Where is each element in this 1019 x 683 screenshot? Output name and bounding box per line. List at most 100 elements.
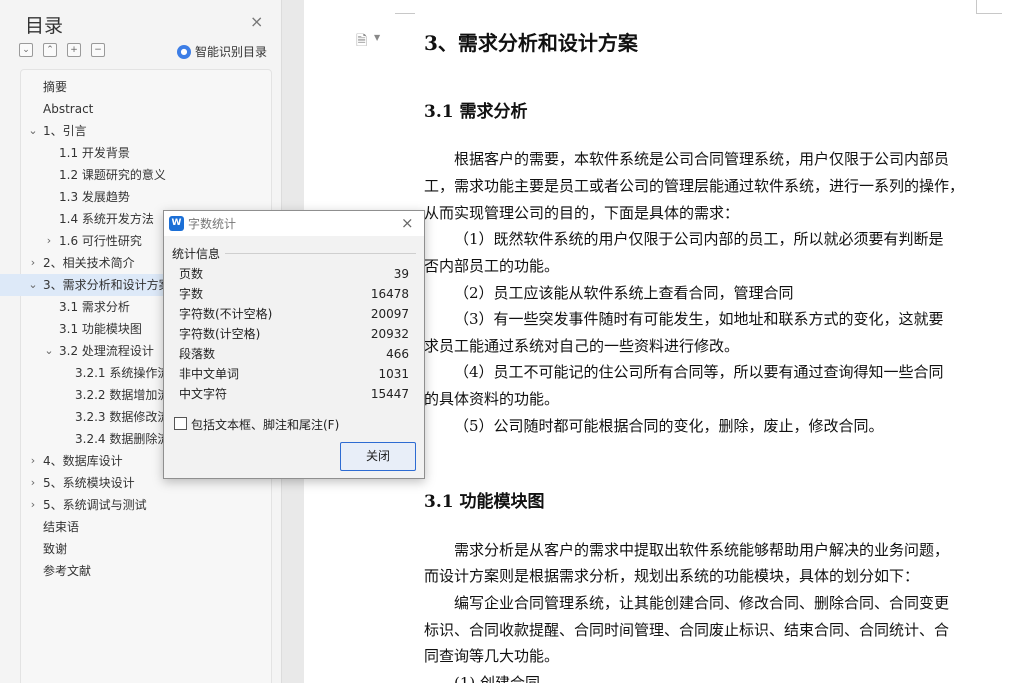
paragraph-line: 而设计方案则是根据需求分析，规划出系统的功能模块，具体的划分如下： — [424, 567, 920, 585]
toc-item-label: 3.1 需求分析 — [59, 300, 130, 314]
include-textbox-footnotes-checkbox[interactable] — [174, 417, 187, 430]
heading-3-1-requirements: 3.1 需求分析 — [424, 102, 528, 122]
toc-item-label: 致谢 — [43, 542, 68, 556]
stat-label: 字数 — [179, 287, 204, 301]
toc-item-label: 2、相关技术简介 — [43, 256, 135, 270]
wps-logo-icon: W — [169, 216, 184, 231]
stat-label: 段落数 — [179, 347, 216, 361]
toc-item-label: 参考文献 — [43, 564, 92, 578]
checkbox-label[interactable]: 包括文本框、脚注和尾注(F) — [191, 416, 339, 433]
expand-all-icon[interactable]: ⌃ — [43, 43, 57, 57]
chevron-right-icon[interactable]: › — [43, 230, 55, 252]
dialog-title: 字数统计 — [188, 217, 237, 231]
stat-row: 字符数(计空格) 20932 — [179, 324, 409, 344]
chevron-down-icon[interactable]: ⌄ — [27, 120, 39, 142]
stat-row: 字数 16478 — [179, 284, 409, 304]
stat-value: 20932 — [370, 327, 409, 341]
toc-item[interactable]: 1.3 发展趋势 — [22, 186, 272, 208]
toc-item-label: 1.3 发展趋势 — [59, 190, 130, 204]
heading-section-3: 3、需求分析和设计方案 — [424, 31, 638, 55]
remove-heading-icon[interactable]: − — [91, 43, 105, 57]
chevron-right-icon[interactable]: › — [27, 472, 39, 494]
smart-toc-icon: ● — [177, 44, 191, 59]
paragraph-line: （4）员工不可能记的住公司所有合同等，所以要有通过查询得知一些合同 — [454, 363, 944, 381]
chevron-right-icon[interactable]: › — [27, 450, 39, 472]
stat-value: 39 — [393, 267, 409, 281]
stat-label: 非中文单词 — [179, 367, 240, 381]
paragraph-line: 编写企业合同管理系统，让其能创建合同、修改合同、删除合同、合同变更 — [454, 594, 950, 612]
stat-row: 非中文单词 1031 — [179, 364, 409, 384]
paragraph-line: （5）公司随时都可能根据合同的变化，删除，废止，修改合同。 — [454, 417, 884, 435]
collapse-all-icon[interactable]: ⌄ — [19, 43, 33, 57]
close-button[interactable]: 关闭 — [340, 442, 416, 471]
page-corner-mark — [976, 0, 1002, 14]
dialog-titlebar[interactable]: W 字数统计 × — [164, 211, 424, 236]
toc-item[interactable]: 摘要 — [22, 76, 272, 98]
stat-value: 15447 — [370, 387, 409, 401]
toc-item-label: 1.2 课题研究的意义 — [59, 168, 166, 182]
stat-value: 20097 — [370, 307, 409, 321]
toc-item-label: Abstract — [43, 102, 94, 116]
toc-item-label: 1、引言 — [43, 124, 87, 138]
toc-item-label: 1.4 系统开发方法 — [59, 212, 154, 226]
toc-item-label: 摘要 — [43, 80, 68, 94]
toc-item-label: 4、数据库设计 — [43, 454, 123, 468]
document-icon[interactable]: 🗎 — [356, 30, 367, 54]
smart-toc-button[interactable]: ● 智能识别目录 — [177, 43, 267, 60]
toc-item[interactable]: ⌄ 1、引言 — [22, 120, 272, 142]
toc-item-label: 1.6 可行性研究 — [59, 234, 142, 248]
paragraph-line: 根据客户的需要，本软件系统是公司合同管理系统，用户仅限于公司内部员 — [454, 150, 950, 168]
paragraph-line: 同查询等几大功能。 — [424, 647, 560, 665]
toc-item[interactable]: 参考文献 — [22, 560, 272, 582]
toc-title: 目录 — [25, 15, 64, 37]
smart-toc-label: 智能识别目录 — [195, 45, 268, 59]
toc-item[interactable]: 1.1 开发背景 — [22, 142, 272, 164]
word-count-dialog: W 字数统计 × 统计信息 包括文本框、脚注和尾注(F) 关闭 页数 39 字数 16… — [163, 210, 425, 479]
paragraph-line: （3）有一些突发事件随时有可能发生，如地址和联系方式的变化，这就要 — [454, 310, 944, 328]
stat-label: 页数 — [179, 267, 204, 281]
heading-3-1-module-diagram: 3.1 功能模块图 — [424, 492, 545, 512]
toc-item[interactable]: 结束语 — [22, 516, 272, 538]
stat-label: 字符数(计空格) — [179, 327, 261, 341]
stat-value: 466 — [386, 347, 409, 361]
toc-item-label: 3、需求分析和设计方案 — [43, 278, 171, 292]
chevron-down-icon[interactable]: ▼ — [374, 33, 380, 42]
toc-item[interactable]: Abstract — [22, 98, 272, 120]
toc-item[interactable]: 1.2 课题研究的意义 — [22, 164, 272, 186]
paragraph-line: 标识、合同收款提醒、合同时间管理、合同废止标识、结束合同、合同统计、合 — [424, 621, 950, 639]
toc-item-label: 3.2 处理流程设计 — [59, 344, 154, 358]
toc-item[interactable]: 致谢 — [22, 538, 272, 560]
stat-label: 字符数(不计空格) — [179, 307, 273, 321]
chevron-down-icon[interactable]: ⌄ — [27, 274, 39, 296]
close-icon[interactable]: × — [250, 14, 263, 30]
stat-label: 中文字符 — [179, 387, 228, 401]
paragraph-line: （1）既然软件系统的用户仅限于公司内部的员工，所以就必须要有判断是 — [454, 230, 944, 248]
paragraph-line: 否内部员工的功能。 — [424, 257, 560, 275]
paragraph-line: 的具体资料的功能。 — [424, 390, 560, 408]
toc-item-label: 5、系统调试与测试 — [43, 498, 147, 512]
close-icon[interactable]: × — [401, 214, 414, 232]
toc-item[interactable]: › 5、系统调试与测试 — [22, 494, 272, 516]
stat-row: 中文字符 15447 — [179, 384, 409, 404]
chevron-down-icon[interactable]: ⌄ — [43, 340, 55, 362]
toc-item-label: 1.1 开发背景 — [59, 146, 130, 160]
add-heading-icon[interactable]: + — [67, 43, 81, 57]
stat-value: 1031 — [378, 367, 409, 381]
stat-row: 字符数(不计空格) 20097 — [179, 304, 409, 324]
paragraph-line: 工，需求功能主要是员工或者公司的管理层能通过软件系统，进行一系列的操作， — [424, 177, 965, 195]
chevron-right-icon[interactable]: › — [27, 494, 39, 516]
toc-item-label: 结束语 — [43, 520, 80, 534]
page-corner-mark — [395, 0, 415, 14]
toc-item-label: 3.1 功能模块图 — [59, 322, 142, 336]
stat-row: 页数 39 — [179, 264, 409, 284]
stats-group-label: 统计信息 — [172, 247, 221, 261]
toc-item[interactable]: ⌄ 3、需求分析和设计方案 — [0, 274, 172, 296]
chevron-right-icon[interactable]: › — [27, 252, 39, 274]
stat-value: 16478 — [370, 287, 409, 301]
stat-row: 段落数 466 — [179, 344, 409, 364]
paragraph-line: （2）员工应该能从软件系统上查看合同，管理合同 — [454, 284, 794, 302]
paragraph-line: 从而实现管理公司的目的，下面是具体的需求： — [424, 204, 740, 222]
group-divider — [225, 253, 416, 254]
paragraph-line: 求员工能通过系统对自己的一些资料进行修改。 — [424, 337, 740, 355]
paragraph-line: 需求分析是从客户的需求中提取出软件系统能够帮助用户解决的业务问题， — [454, 541, 950, 559]
